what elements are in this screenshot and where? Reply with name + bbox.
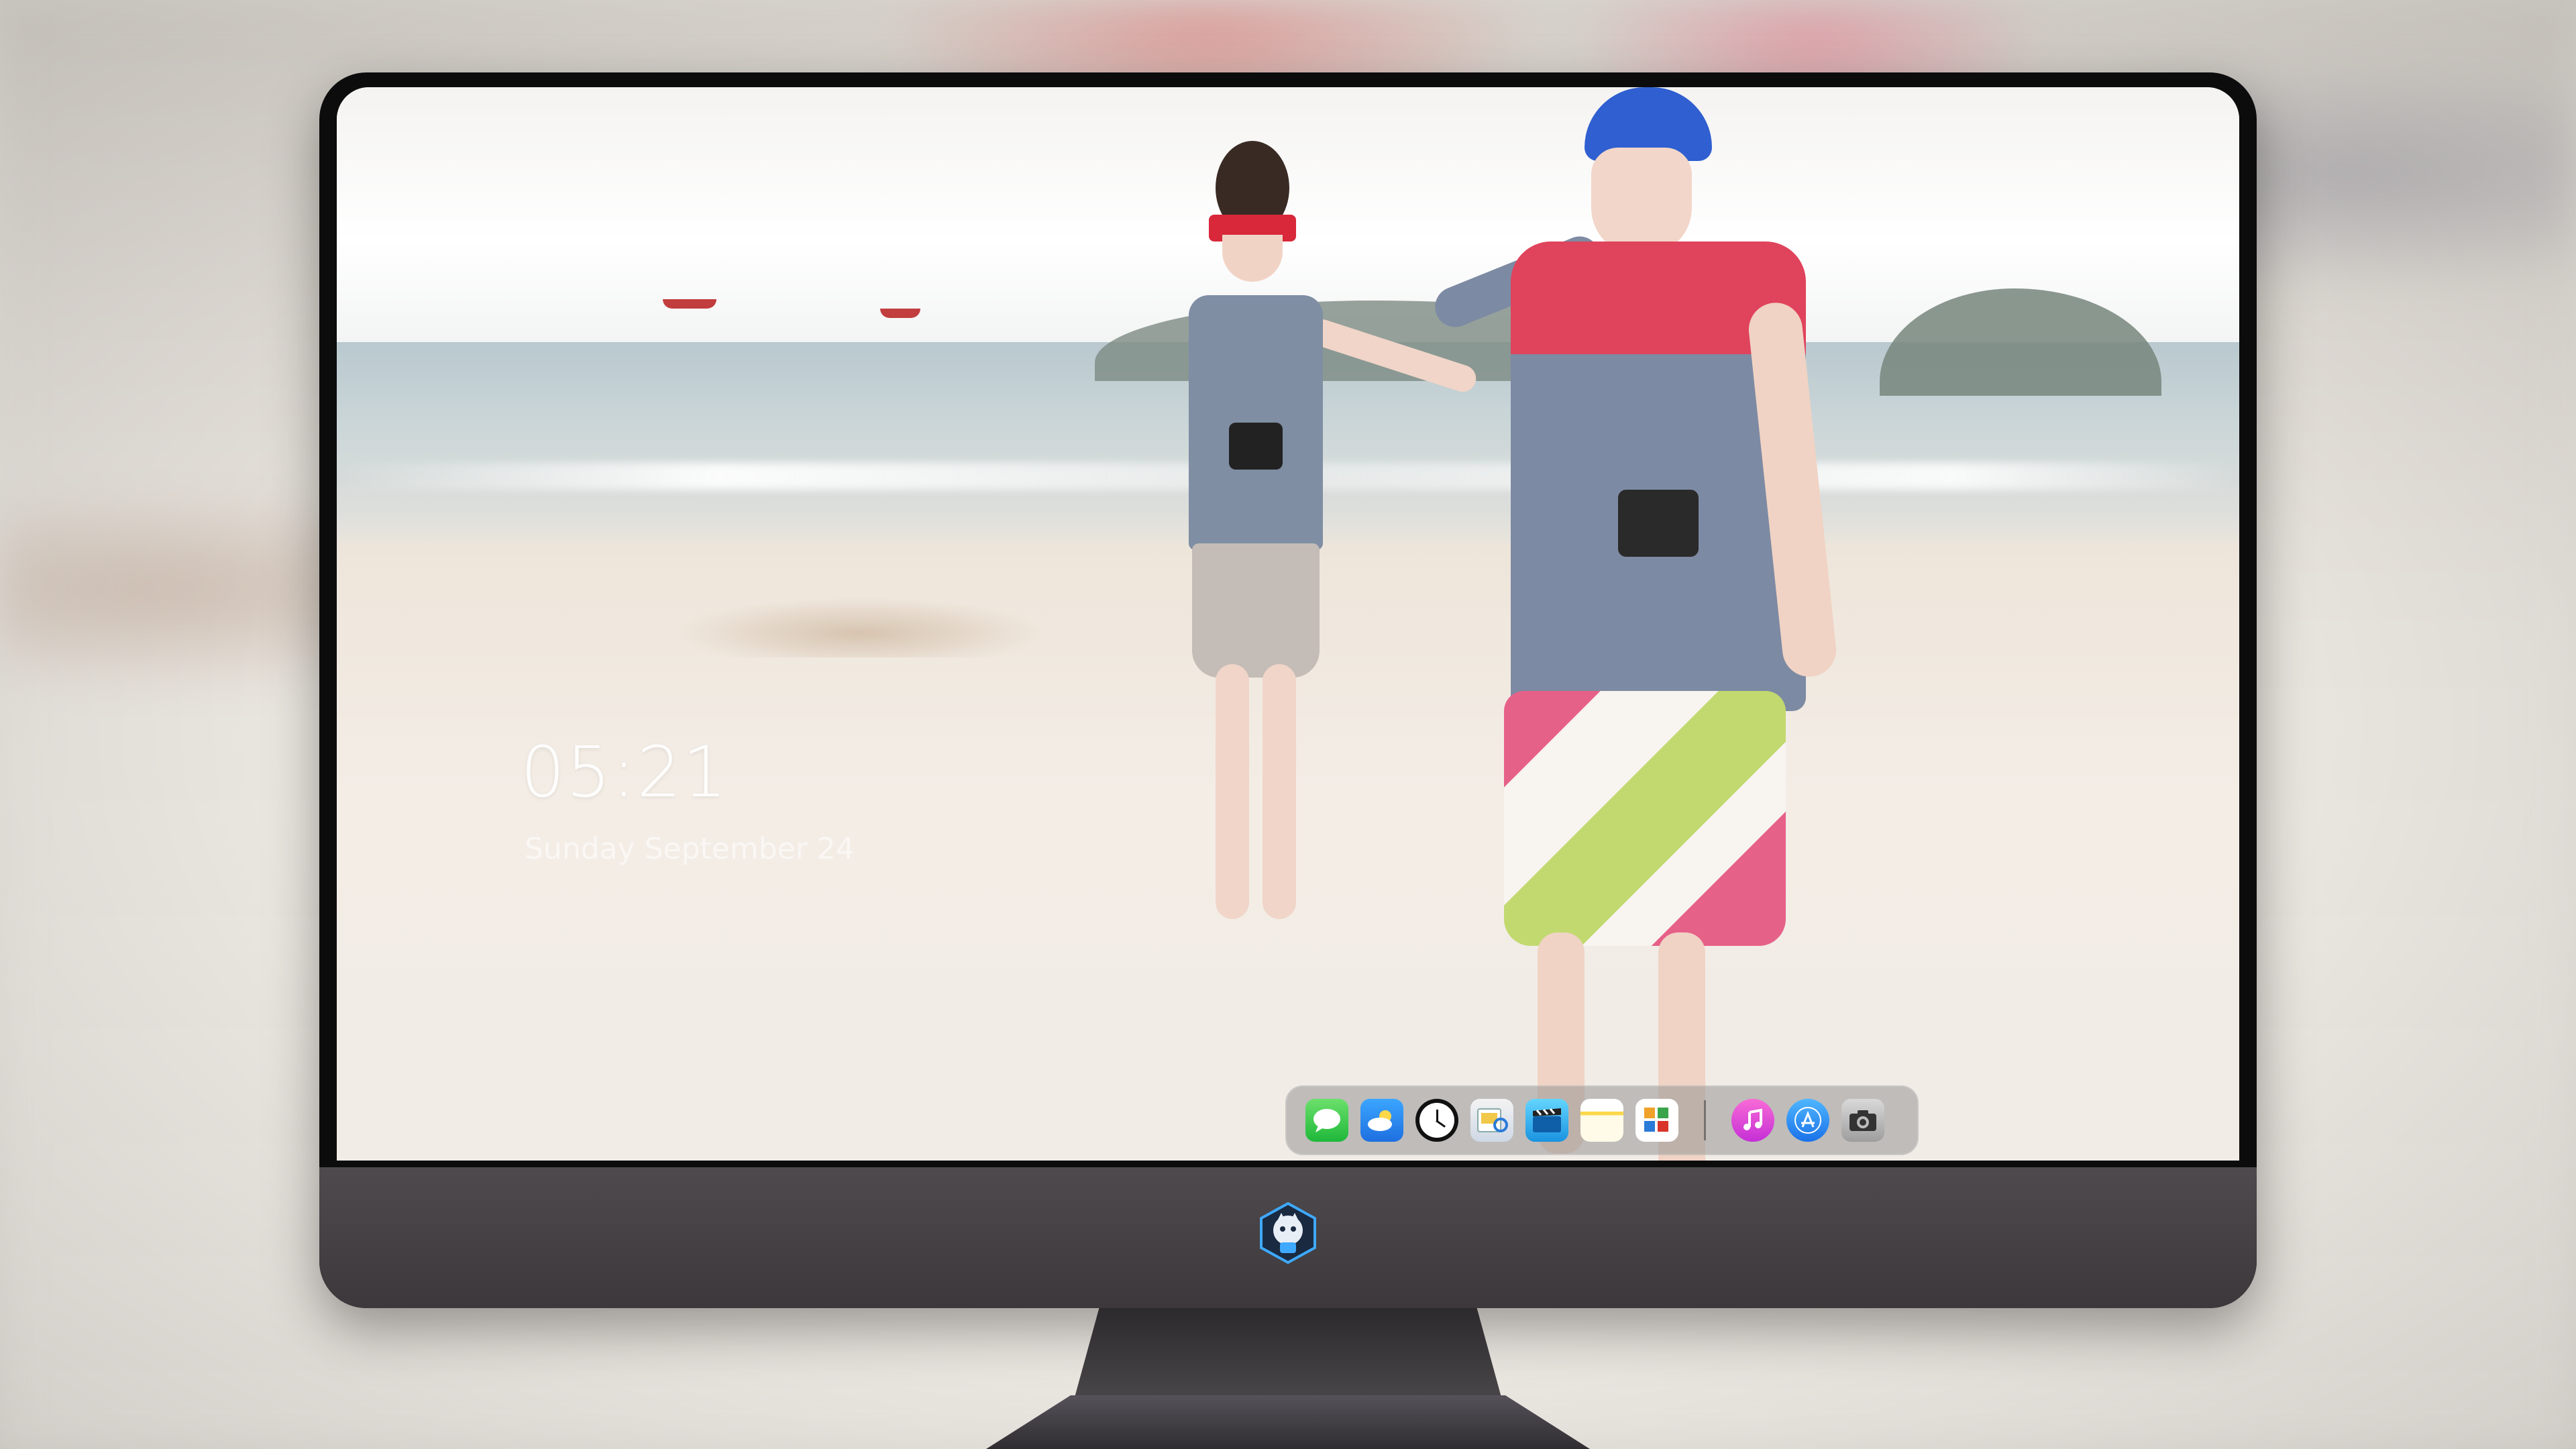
- video-icon[interactable]: [1525, 1099, 1568, 1142]
- notes-icon[interactable]: [1580, 1099, 1623, 1142]
- monitor-stand: [1073, 1308, 1503, 1402]
- app-store-icon[interactable]: [1786, 1099, 1829, 1142]
- dock: [1285, 1085, 1919, 1155]
- messages-icon[interactable]: [1305, 1099, 1348, 1142]
- clock-icon[interactable]: [1415, 1099, 1458, 1142]
- weather-icon[interactable]: [1360, 1099, 1403, 1142]
- wallpaper-person-girl: [1175, 141, 1497, 1000]
- brand-logo-icon: [1254, 1199, 1322, 1267]
- lock-screen-time: 05:21: [521, 731, 729, 813]
- monitor: 05:21 Sunday September 24: [319, 72, 2257, 1308]
- wallpaper-boat: [880, 309, 920, 318]
- wallpaper-person-boy: [1429, 87, 1846, 1161]
- wallpaper-boat: [663, 299, 716, 309]
- wallpaper-sand-mound: [672, 597, 1048, 657]
- monitor-base: [986, 1395, 1590, 1449]
- screen-wallpaper: 05:21 Sunday September 24: [337, 87, 2239, 1161]
- lock-screen-date: Sunday September 24: [525, 832, 855, 866]
- dock-separator: [1704, 1100, 1706, 1140]
- preview-icon[interactable]: [1470, 1099, 1513, 1142]
- photos-icon[interactable]: [1635, 1099, 1678, 1142]
- music-icon[interactable]: [1731, 1099, 1774, 1142]
- camera-icon[interactable]: [1841, 1099, 1884, 1142]
